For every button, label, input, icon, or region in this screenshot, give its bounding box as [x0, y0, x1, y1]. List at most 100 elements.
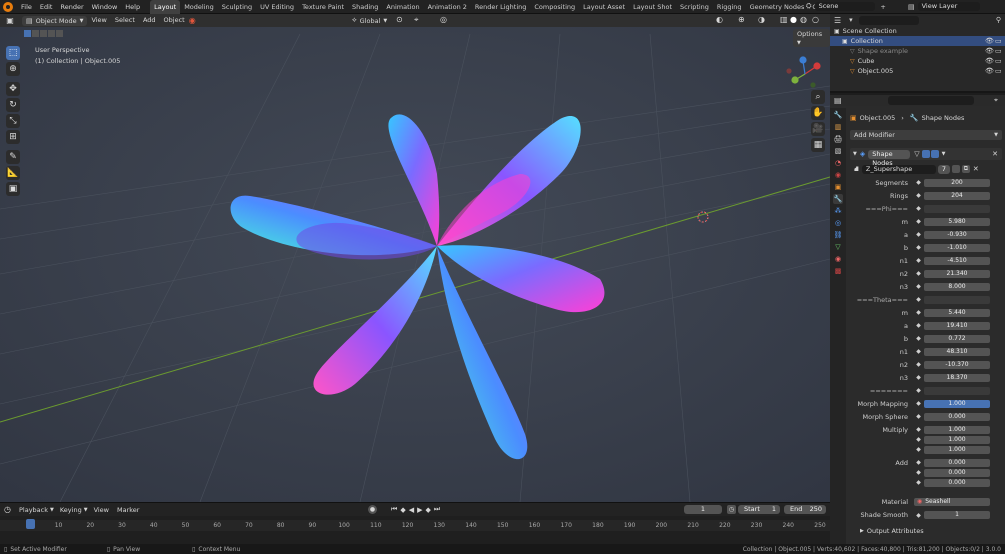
select-extend-icon[interactable]	[32, 30, 39, 37]
outliner-item[interactable]: ▽ Cube 👁 ▭	[830, 56, 1005, 66]
keyframe-icon[interactable]: ◆	[915, 413, 922, 420]
keyframe-icon[interactable]: ◆	[915, 231, 922, 238]
add-workspace-button[interactable]: +	[877, 0, 888, 14]
next-keyframe-icon[interactable]: ◆	[425, 506, 430, 514]
keyframe-icon[interactable]: ◆	[915, 348, 922, 355]
outliner-search-input[interactable]	[858, 15, 919, 25]
input-value-field[interactable]: -4.510	[924, 257, 990, 265]
output-tab-icon[interactable]: 🖨	[833, 134, 843, 144]
keyframe-icon[interactable]: ◆	[915, 469, 922, 476]
visibility-icon[interactable]: ◐	[716, 15, 723, 24]
keyframe-icon[interactable]: ◆	[915, 426, 922, 433]
keyframe-icon[interactable]: ◆	[915, 283, 922, 290]
scale-icon[interactable]: ⤡	[6, 114, 20, 128]
collapse-icon[interactable]: ▼	[853, 151, 857, 157]
keyframe-icon[interactable]: ◆	[915, 218, 922, 225]
scene-name[interactable]: Scene	[814, 2, 875, 11]
keyframe-icon[interactable]: ◆	[915, 322, 922, 329]
modifier-name-field[interactable]: Shape Nodes	[868, 149, 911, 167]
input-value-field[interactable]: 1.000	[924, 400, 990, 408]
mode-selector[interactable]: ▤ Object Mode ▼	[22, 15, 88, 26]
workspace-tab[interactable]: Animation	[382, 0, 423, 14]
input-value-field[interactable]: 5.980	[924, 218, 990, 226]
keyframe-icon[interactable]: ◆	[915, 374, 922, 381]
timeline-menu-marker[interactable]: Marker	[117, 506, 139, 514]
node-group-field[interactable]: Z_Supershape	[861, 164, 936, 174]
editor-type-icon[interactable]: ▣	[4, 16, 16, 25]
menu-help[interactable]: Help	[121, 0, 144, 14]
view-layer-name[interactable]: View Layer	[917, 2, 980, 11]
record-icon[interactable]: ●	[368, 505, 377, 514]
gizmo-toggle-icon[interactable]: ⊕	[738, 15, 745, 24]
input-value-field[interactable]: 0.000	[924, 469, 990, 477]
material-field[interactable]: ◉ Seashell	[914, 498, 990, 506]
input-value-field[interactable]: 8.000	[924, 283, 990, 291]
cursor-icon[interactable]: ⊕	[6, 62, 20, 76]
viewport-menu-view[interactable]: View	[87, 14, 110, 27]
edit-mode-icon[interactable]: ▽	[914, 150, 919, 158]
keyframe-icon[interactable]: ◆	[915, 244, 922, 251]
transform-icon[interactable]: ⊞	[6, 130, 20, 144]
workspace-tab[interactable]: Animation 2	[424, 0, 471, 14]
rotate-icon[interactable]: ↻	[6, 98, 20, 112]
end-frame-field[interactable]: End 250	[784, 505, 826, 514]
menu-render[interactable]: Render	[56, 0, 87, 14]
add-modifier-button[interactable]: Add Modifier ▼	[850, 130, 1002, 140]
viewport-menu-add[interactable]: Add	[139, 14, 160, 27]
input-value-field[interactable]: -10.370	[924, 361, 990, 369]
menu-file[interactable]: File	[17, 0, 36, 14]
workspace-tab[interactable]: Rigging	[713, 0, 746, 14]
input-value-field[interactable]: 0.000	[924, 459, 990, 467]
scene-selector[interactable]: ⛭ Scene	[806, 2, 875, 11]
add-cube-icon[interactable]: ▣	[6, 182, 20, 196]
outliner-item[interactable]: ▣ Collection 👁 ▭	[830, 36, 1005, 46]
menu-edit[interactable]: Edit	[36, 0, 57, 14]
input-value-field[interactable]	[924, 296, 990, 304]
ortho-grid-icon[interactable]: ▦	[811, 138, 825, 152]
pin-icon[interactable]: ⌖	[994, 96, 998, 105]
timeline-ruler[interactable]: 1102030405060708090100110120130140150160…	[0, 516, 830, 545]
chevron-down-icon[interactable]: ▼	[942, 151, 946, 157]
timeline-menu-view[interactable]: View	[94, 506, 109, 514]
annotate-icon[interactable]: ✎	[6, 150, 20, 164]
prev-keyframe-icon[interactable]: ◆	[400, 506, 405, 514]
render-toggle-icon[interactable]	[930, 150, 939, 158]
workspace-tab[interactable]: Layout Asset	[579, 0, 629, 14]
play-icon[interactable]: ▶	[417, 506, 422, 514]
transform-orientation[interactable]: ⟡ Global ▼	[352, 16, 387, 25]
keyframe-icon[interactable]: ◆	[915, 192, 922, 199]
node-tree-icon[interactable]: ⛘	[854, 165, 859, 174]
fake-user-icon[interactable]	[951, 165, 960, 173]
keyframe-icon[interactable]: ◆	[915, 179, 922, 186]
visibility-eye-icon[interactable]: 👁	[985, 47, 994, 55]
camera-view-icon[interactable]: 🎥	[811, 122, 825, 136]
render-camera-icon[interactable]: ▭	[995, 37, 1002, 45]
editor-type-icon[interactable]: ☰	[834, 16, 841, 25]
keyframe-icon[interactable]: ◆	[915, 387, 922, 394]
render-tab-icon[interactable]: ▥	[833, 122, 843, 132]
keyframe-icon[interactable]: ◆	[915, 270, 922, 277]
current-frame-field[interactable]: 1	[684, 505, 722, 514]
workspace-tab[interactable]: Shading	[348, 0, 382, 14]
input-value-field[interactable]	[924, 205, 990, 213]
select-invert-icon[interactable]	[48, 30, 55, 37]
viewport-canvas[interactable]	[0, 14, 830, 502]
input-value-field[interactable]: 1.000	[924, 436, 990, 444]
input-value-field[interactable]: -1.010	[924, 244, 990, 252]
xray-icon[interactable]: ▥	[780, 15, 788, 24]
keyframe-icon[interactable]: ◆	[915, 459, 922, 466]
select-new-icon[interactable]	[24, 30, 31, 37]
input-value-field[interactable]	[924, 387, 990, 395]
workspace-tab[interactable]: Render Lighting	[471, 0, 530, 14]
visibility-eye-icon[interactable]: 👁	[985, 57, 994, 65]
keyframe-icon[interactable]: ◆	[915, 296, 922, 303]
solid-shading-icon[interactable]: ●	[790, 15, 797, 24]
keyframe-icon[interactable]: ◆	[915, 361, 922, 368]
workspace-tab[interactable]: UV Editing	[256, 0, 298, 14]
workspace-tab[interactable]: Compositing	[530, 0, 579, 14]
measure-icon[interactable]: 📐	[6, 166, 20, 180]
snapping-icon[interactable]: ⌖	[414, 15, 419, 25]
view-layer-selector[interactable]: ▤ View Layer	[908, 2, 980, 11]
jump-start-icon[interactable]: ⏮	[391, 505, 397, 514]
filter-icon[interactable]: ⚲	[996, 16, 1001, 24]
